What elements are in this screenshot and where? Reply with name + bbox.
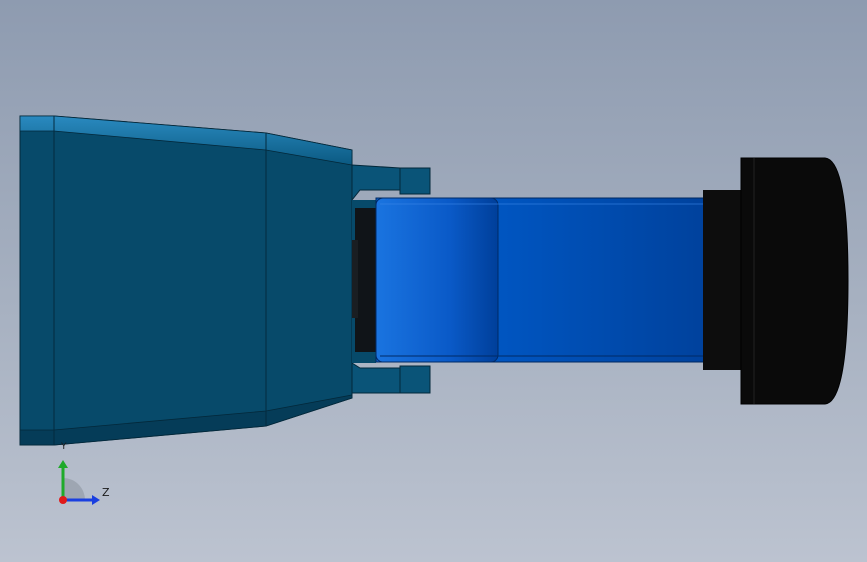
housing-funnel[interactable]	[19, 115, 353, 446]
black-end-cap[interactable]	[703, 157, 849, 405]
triad-plane-icon	[63, 478, 85, 500]
y-axis-label: Y	[61, 442, 67, 452]
black-insert	[352, 208, 377, 352]
blue-arm[interactable]	[375, 197, 743, 363]
cad-model[interactable]	[0, 0, 867, 562]
cad-viewport[interactable]: Y Z	[0, 0, 867, 562]
z-axis-label: Z	[102, 486, 110, 499]
x-axis-icon	[59, 496, 67, 504]
